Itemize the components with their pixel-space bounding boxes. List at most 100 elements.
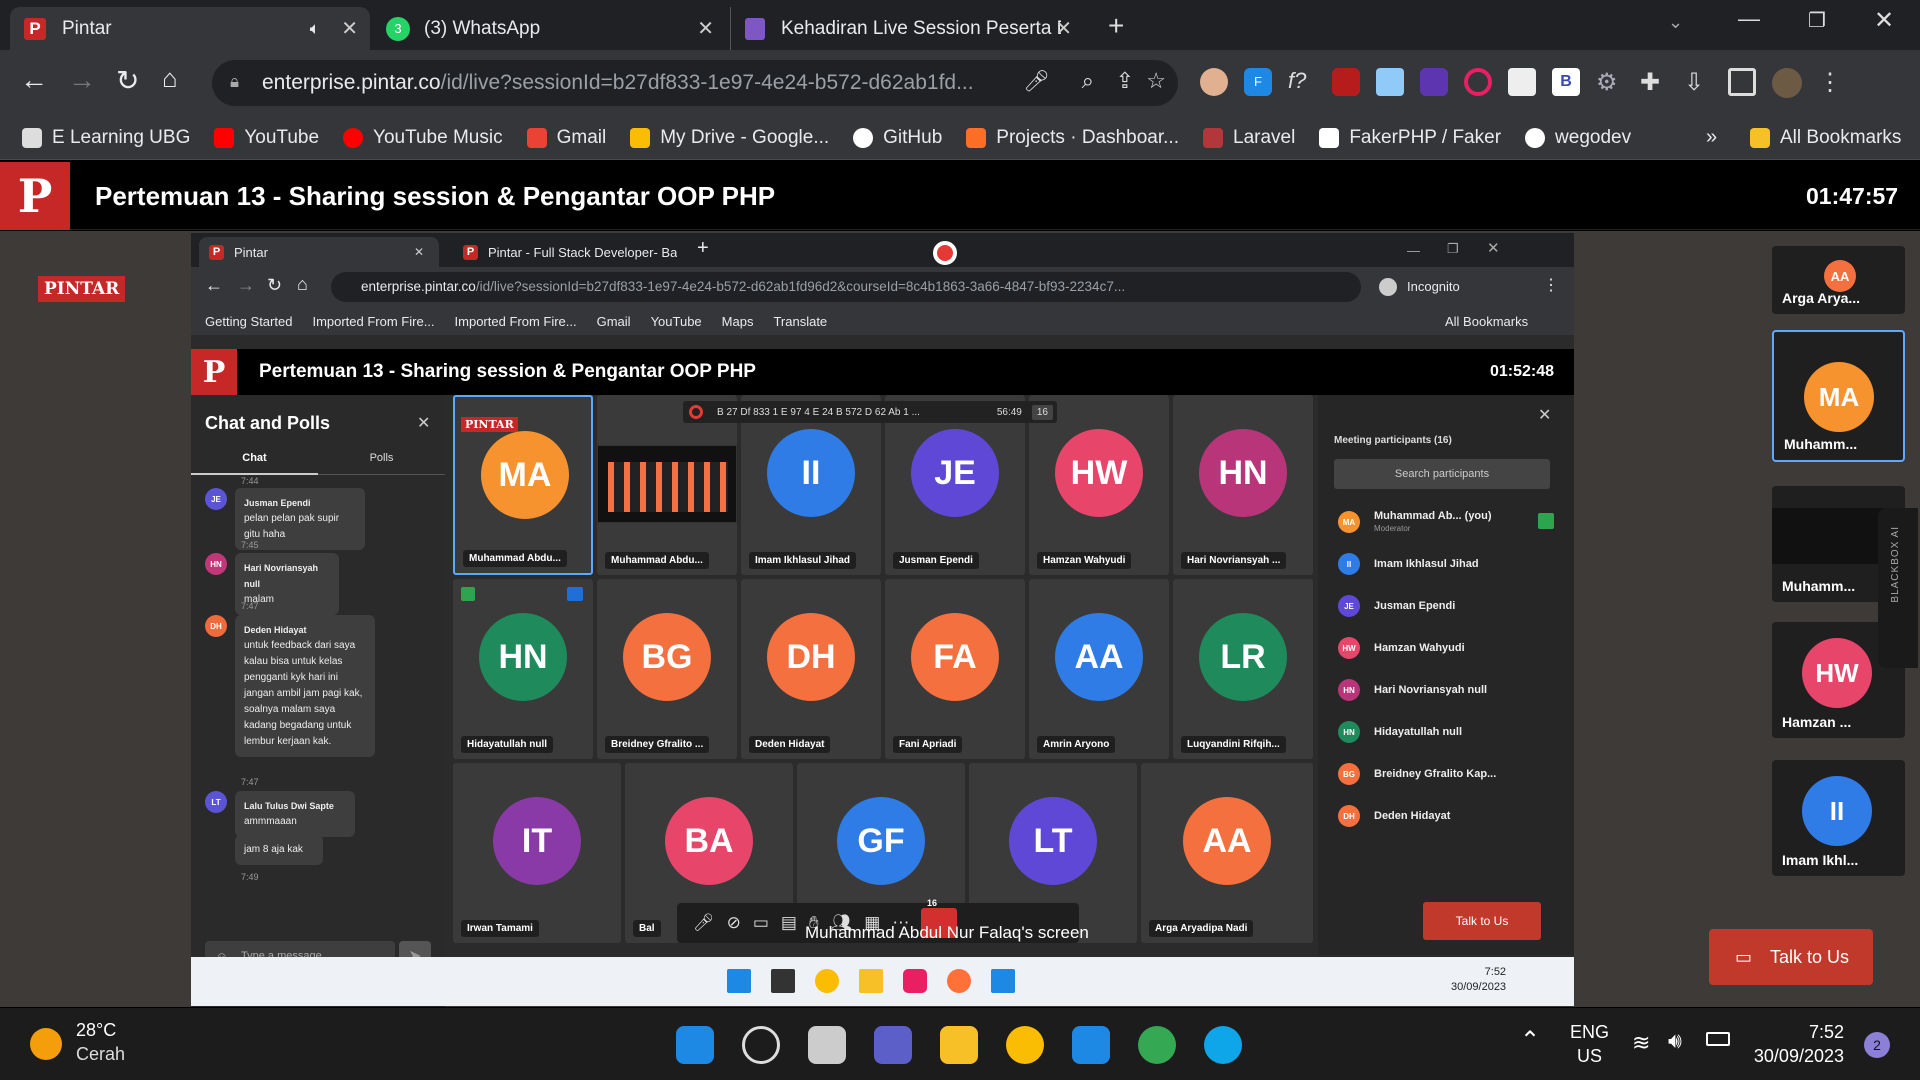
task-view-icon[interactable] — [808, 1026, 846, 1064]
participant-row[interactable]: JE Jusman Ependi — [1318, 585, 1574, 627]
menu-icon[interactable]: ⋮ — [1818, 68, 1842, 96]
windows-icon[interactable] — [676, 1026, 714, 1064]
notification-badge[interactable]: 2 — [1864, 1032, 1890, 1058]
wifi-icon[interactable]: ≋ — [1632, 1030, 1650, 1056]
participant-row[interactable]: DH Deden Hidayat — [1318, 795, 1574, 837]
firefox-icon[interactable] — [947, 969, 971, 993]
participant-tile[interactable]: HN Hari Novriansyah ... — [1173, 395, 1313, 575]
inner-url[interactable]: enterprise.pintar.co/id/live?sessionId=b… — [331, 272, 1361, 302]
forward-icon[interactable]: → — [68, 64, 96, 96]
bookmark-label[interactable]: Maps — [722, 314, 754, 329]
share-screen-icon[interactable]: ▭ — [753, 913, 769, 933]
talk-to-us-button[interactable]: Talk to Us — [1423, 902, 1541, 940]
more-icon[interactable] — [567, 587, 583, 601]
side-panel-icon[interactable] — [1728, 68, 1756, 96]
close-icon[interactable]: ✕ — [697, 16, 714, 41]
all-bookmarks[interactable]: All Bookmarks — [1750, 127, 1901, 149]
participant-tile[interactable]: FA Fani Apriadi — [885, 579, 1025, 759]
participant-tile[interactable]: AA Arga Aryadipa Nadi — [1141, 763, 1313, 943]
avatar[interactable] — [1772, 68, 1802, 98]
bookmark-label[interactable]: Translate — [773, 314, 827, 329]
reload-icon[interactable]: ↻ — [116, 64, 139, 97]
extension-icon[interactable] — [1332, 68, 1360, 96]
tab-whatsapp[interactable]: 3 (3) WhatsApp ✕ — [372, 7, 726, 50]
extension-icon[interactable] — [1464, 68, 1492, 96]
close-icon[interactable]: ✕ — [417, 413, 430, 433]
bookmark-youtube-music[interactable]: YouTube Music — [343, 127, 503, 149]
close-icon[interactable]: ✕ — [341, 16, 358, 41]
bookmark-laravel[interactable]: Laravel — [1203, 127, 1295, 149]
restore-button[interactable]: ❐ — [1808, 8, 1826, 33]
side-participant-tile[interactable]: MA Muhamm... — [1772, 330, 1905, 462]
address-bar[interactable]: 🔒︎ enterprise.pintar.co/id/live?sessionI… — [212, 60, 1178, 106]
close-icon[interactable]: ✕ — [1538, 405, 1551, 425]
side-participant-tile[interactable]: AA Arga Arya... — [1772, 246, 1905, 314]
tab-kehadiran[interactable]: Kehadiran Live Session Peserta D ✕ — [730, 7, 1084, 50]
task-view-icon[interactable] — [771, 969, 795, 993]
forward-icon[interactable]: → — [237, 275, 255, 296]
participant-tile[interactable]: BG Breidney Gfralito ... — [597, 579, 737, 759]
bookmark-label[interactable]: Imported From Fire... — [455, 314, 577, 329]
participant-tile[interactable]: IT Irwan Tamami — [453, 763, 621, 943]
tab-chat[interactable]: Chat — [191, 443, 318, 475]
share-icon[interactable]: ⇪ — [1116, 68, 1134, 94]
volume-icon[interactable]: 🔊︎ — [1668, 1028, 1682, 1054]
new-tab-button[interactable]: + — [1108, 10, 1124, 42]
inner-tab-pintar[interactable]: P Pintar ✕ — [199, 237, 439, 267]
download-icon[interactable]: ⇩ — [1684, 68, 1712, 96]
participant-tile[interactable]: AA Amrin Aryono — [1029, 579, 1169, 759]
tab-polls[interactable]: Polls — [318, 443, 445, 475]
chat-icon[interactable] — [874, 1026, 912, 1064]
tab-pintar[interactable]: P Pintar 🔈︎ ✕ — [10, 7, 370, 50]
search-participants-input[interactable]: Search participants — [1334, 459, 1550, 489]
bookmark-label[interactable]: YouTube — [651, 314, 702, 329]
system-clock[interactable]: 7:52 30/09/2023 — [1752, 1020, 1844, 1068]
microphone-on-icon[interactable] — [1538, 513, 1554, 529]
participant-tile[interactable]: DH Deden Hidayat — [741, 579, 881, 759]
app-icon[interactable] — [903, 969, 927, 993]
close-icon[interactable]: ✕ — [414, 245, 424, 259]
restore-button[interactable]: ❐ — [1447, 241, 1459, 257]
bookmark-label[interactable]: Getting Started — [205, 314, 292, 329]
blackbox-sidebar[interactable]: BLACKBOX AI — [1878, 508, 1918, 668]
battery-icon[interactable] — [1706, 1032, 1730, 1046]
back-icon[interactable]: ← — [20, 64, 48, 96]
participant-tile[interactable]: PINTAR MA Muhammad Abdu... — [453, 395, 593, 575]
bookmark-label[interactable]: Gmail — [597, 314, 631, 329]
bookmark-github[interactable]: GitHub — [853, 127, 942, 149]
bookmark-e-learning[interactable]: E Learning UBG — [22, 127, 190, 149]
extension-icon[interactable] — [1420, 68, 1448, 96]
chat-icon[interactable]: ▤ — [781, 913, 797, 933]
side-participant-tile[interactable]: II Imam Ikhl... — [1772, 760, 1905, 876]
bookmark-wegodev[interactable]: wegodev — [1525, 127, 1631, 149]
more-bookmarks-icon[interactable]: » — [1706, 126, 1717, 149]
windows-icon[interactable] — [727, 969, 751, 993]
bookmark-faker[interactable]: FakerPHP / Faker — [1319, 127, 1501, 149]
gear-icon[interactable]: ⚙ — [1596, 68, 1624, 96]
incognito-badge[interactable]: Incognito — [1371, 273, 1481, 301]
participant-tile[interactable]: LR Luqyandini Rifqih... — [1173, 579, 1313, 759]
bookmark-gitlab[interactable]: Projects · Dashboar... — [966, 127, 1179, 149]
zoom-icon[interactable]: ⌕ — [1082, 68, 1094, 94]
bookmark-label[interactable]: Imported From Fire... — [312, 314, 434, 329]
close-window-button[interactable]: ✕ — [1874, 6, 1894, 35]
participant-row[interactable]: HW Hamzan Wahyudi — [1318, 627, 1574, 669]
language-indicator[interactable]: ENG US — [1570, 1020, 1609, 1068]
menu-icon[interactable]: ⋮ — [1543, 275, 1559, 295]
weather-icon[interactable] — [30, 1028, 62, 1060]
extension-icon[interactable] — [1508, 68, 1536, 96]
home-icon[interactable]: ⌂ — [297, 274, 308, 295]
vscode-icon[interactable] — [991, 969, 1015, 993]
folder-icon[interactable] — [940, 1026, 978, 1064]
tab-search-icon[interactable]: ⌄ — [1668, 12, 1683, 33]
bookmark-gmail[interactable]: Gmail — [526, 127, 606, 149]
extension-icon[interactable]: B — [1552, 68, 1580, 96]
participant-tile[interactable]: HN Hidayatullah null — [453, 579, 593, 759]
talk-to-us-button[interactable]: ▭ Talk to Us — [1709, 929, 1873, 985]
extension-icon[interactable]: f? — [1288, 68, 1316, 96]
bookmark-youtube[interactable]: YouTube — [214, 127, 319, 149]
participant-row[interactable]: II Imam Ikhlasul Jihad — [1318, 543, 1574, 585]
speaker-muted-icon[interactable]: 🔈︎ — [310, 19, 320, 39]
participant-row[interactable]: MA Muhammad Ab... (you) Moderator — [1318, 501, 1574, 543]
minimize-button[interactable]: — — [1407, 243, 1420, 258]
